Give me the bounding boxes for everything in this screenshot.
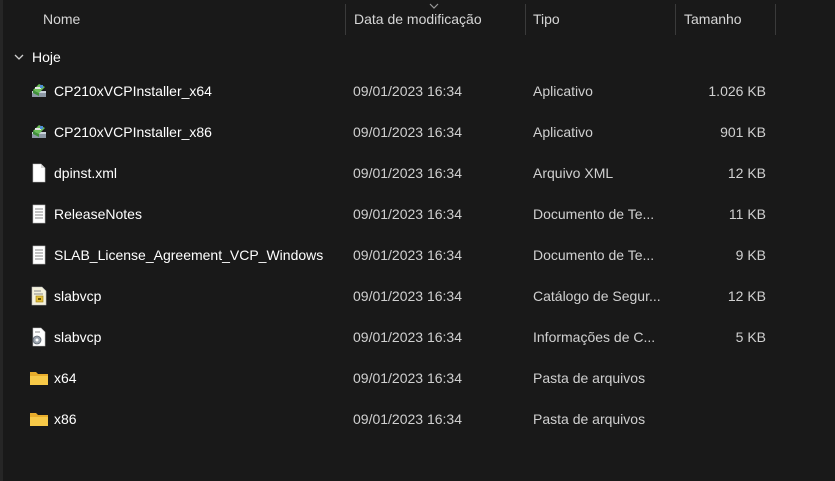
column-divider[interactable] xyxy=(525,4,526,35)
file-date: 09/01/2023 16:34 xyxy=(353,288,462,304)
file-name: CP210xVCPInstaller_x64 xyxy=(54,83,212,99)
installer-icon xyxy=(32,125,46,138)
blank-file-icon xyxy=(32,163,46,183)
file-type: Aplicativo xyxy=(533,124,593,140)
file-name: ReleaseNotes xyxy=(54,206,142,222)
column-divider[interactable] xyxy=(675,4,676,35)
file-date: 09/01/2023 16:34 xyxy=(353,329,462,345)
file-type: Arquivo XML xyxy=(533,165,614,181)
file-date: 09/01/2023 16:34 xyxy=(353,247,462,263)
file-size: 12 KB xyxy=(727,165,766,181)
file-type: Informações de C... xyxy=(533,329,656,345)
text-file-icon xyxy=(32,204,46,224)
column-divider[interactable] xyxy=(345,4,346,35)
file-name: slabvcp xyxy=(54,329,102,345)
folder-icon xyxy=(30,372,48,385)
column-divider[interactable] xyxy=(775,4,776,35)
file-date: 09/01/2023 16:34 xyxy=(353,206,462,222)
file-type: Pasta de arquivos xyxy=(533,411,646,427)
file-type: Documento de Te... xyxy=(533,247,655,263)
file-date: 09/01/2023 16:34 xyxy=(353,83,462,99)
file-size: 11 KB xyxy=(728,206,766,222)
file-size: 9 KB xyxy=(735,247,766,263)
column-header-date[interactable]: Data de modificação xyxy=(354,0,482,38)
column-header-type[interactable]: Tipo xyxy=(533,0,560,38)
file-name: x86 xyxy=(54,411,77,427)
file-name: SLAB_License_Agreement_VCP_Windows xyxy=(54,247,324,263)
folder-row[interactable]: x64 09/01/2023 16:34 Pasta de arquivos xyxy=(3,358,777,399)
file-type: Documento de Te... xyxy=(533,206,655,222)
folder-row[interactable]: x86 09/01/2023 16:34 Pasta de arquivos xyxy=(3,399,777,440)
text-file-icon xyxy=(32,245,46,265)
file-row[interactable]: slabvcp 09/01/2023 16:34 Informações de … xyxy=(3,317,777,358)
file-size: 5 KB xyxy=(735,329,766,345)
folder-icon xyxy=(30,413,48,426)
chevron-down-icon[interactable] xyxy=(13,51,25,63)
file-row[interactable]: ReleaseNotes 09/01/2023 16:34 Documento … xyxy=(3,194,777,235)
file-row[interactable]: dpinst.xml 09/01/2023 16:34 Arquivo XML … xyxy=(3,153,777,194)
file-row[interactable]: SLAB_License_Agreement_VCP_Windows 09/01… xyxy=(3,235,777,276)
file-row[interactable]: CP210xVCPInstaller_x86 09/01/2023 16:34 … xyxy=(3,112,777,153)
file-date: 09/01/2023 16:34 xyxy=(353,411,462,427)
security-catalog-icon xyxy=(31,286,47,306)
file-type: Catálogo de Segur... xyxy=(533,288,661,304)
file-date: 09/01/2023 16:34 xyxy=(353,370,462,386)
file-name: dpinst.xml xyxy=(54,165,118,181)
column-header-size[interactable]: Tamanho xyxy=(684,0,742,38)
file-row[interactable]: CP210xVCPInstaller_x64 09/01/2023 16:34 … xyxy=(3,71,777,112)
file-size: 1.026 KB xyxy=(708,83,766,99)
file-type: Pasta de arquivos xyxy=(533,370,646,386)
file-name: x64 xyxy=(54,370,77,386)
file-row[interactable]: slabvcp 09/01/2023 16:34 Catálogo de Seg… xyxy=(3,276,777,317)
column-header-name[interactable]: Nome xyxy=(43,0,80,38)
file-date: 09/01/2023 16:34 xyxy=(353,124,462,140)
file-size: 12 KB xyxy=(727,288,766,304)
setup-info-icon xyxy=(32,327,46,347)
column-header-bar: Nome Data de modificação Tipo Tamanho xyxy=(0,0,835,38)
file-name: slabvcp xyxy=(54,288,102,304)
group-label: Hoje xyxy=(32,49,61,65)
file-name: CP210xVCPInstaller_x86 xyxy=(54,124,212,140)
installer-icon xyxy=(32,84,46,97)
file-size: 901 KB xyxy=(720,124,766,140)
file-type: Aplicativo xyxy=(533,83,593,99)
file-date: 09/01/2023 16:34 xyxy=(353,165,462,181)
